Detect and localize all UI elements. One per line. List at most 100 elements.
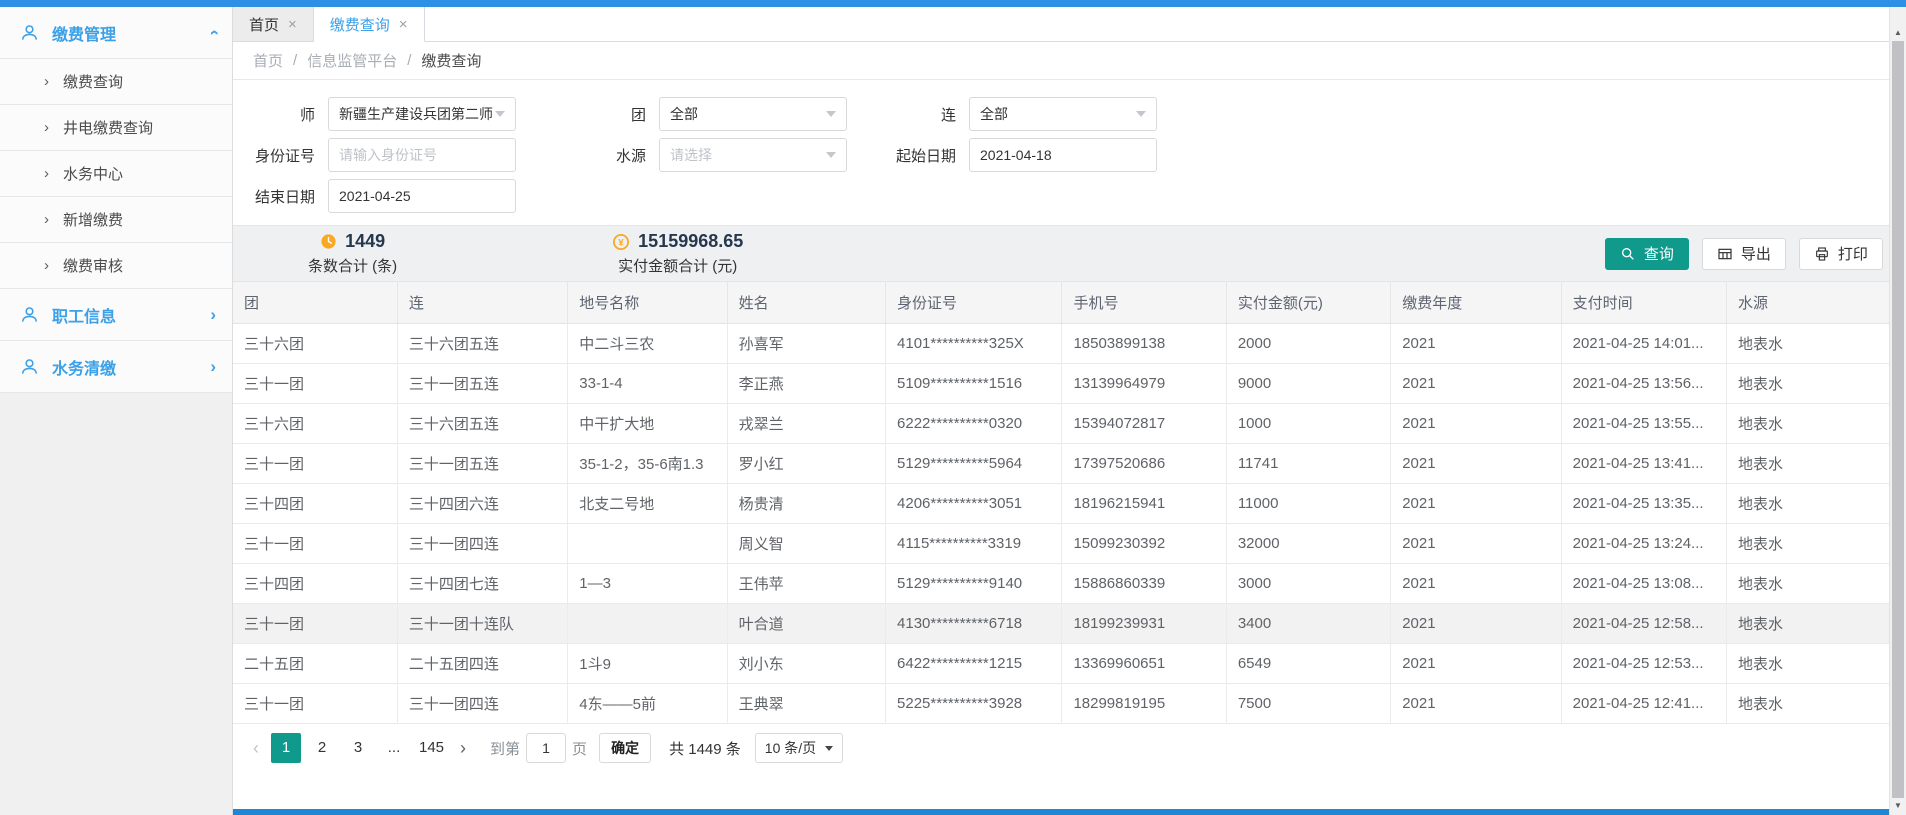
query-button[interactable]: 查询 <box>1605 238 1689 270</box>
table-cell: 32000 <box>1226 524 1390 564</box>
table-row[interactable]: 三十一团三十一团五连33-1-4李正燕5109**********1516131… <box>233 364 1889 404</box>
table-row[interactable]: 三十一团三十一团四连周义智4115**********3319150992303… <box>233 524 1889 564</box>
breadcrumb-item[interactable]: 信息监管平台 <box>307 50 397 71</box>
table-row[interactable]: 二十五团二十五团四连1斗9刘小东6422**********1215133699… <box>233 644 1889 684</box>
table-cell: 孙喜军 <box>727 324 885 364</box>
table-cell: 2021-04-25 13:56... <box>1561 364 1726 404</box>
table-cell: 李正燕 <box>727 364 885 404</box>
table-cell: 周义智 <box>727 524 885 564</box>
table-cell: 4130**********6718 <box>886 604 1062 644</box>
lian-select[interactable]: 全部 <box>969 97 1157 131</box>
scroll-up-arrow-icon[interactable]: ▲ <box>1890 26 1906 40</box>
table-cell <box>568 524 727 564</box>
user-icon <box>20 305 39 324</box>
user-icon <box>20 357 39 376</box>
scroll-down-arrow-icon[interactable]: ▼ <box>1890 799 1906 813</box>
table-cell: 6422**********1215 <box>886 644 1062 684</box>
table-header-row: 团连地号名称姓名身份证号手机号实付金额(元)缴费年度支付时间水源 <box>233 282 1889 324</box>
table-cell: 11000 <box>1226 484 1390 524</box>
sidebar-section[interactable]: 缴费管理› <box>0 7 232 59</box>
table-cell: 地表水 <box>1727 644 1889 684</box>
page-button[interactable]: 2 <box>307 733 337 763</box>
window-bottom-accent-bar <box>233 809 1889 815</box>
table-cell: 9000 <box>1226 364 1390 404</box>
sidebar-section[interactable]: 职工信息› <box>0 289 232 341</box>
sidebar-section[interactable]: 水务清缴› <box>0 341 232 393</box>
sidebar-menu: 缴费管理››缴费查询›井电缴费查询›水务中心›新增缴费›缴费审核职工信息›水务清… <box>0 7 232 393</box>
sidebar-empty-area <box>0 393 232 815</box>
page-button[interactable]: 1 <box>271 733 301 763</box>
page-size-select[interactable]: 10 条/页 <box>755 733 843 763</box>
sidebar-item[interactable]: ›缴费查询 <box>0 59 232 105</box>
table-cell: 三十六团五连 <box>397 324 567 364</box>
table-cell: 三十四团 <box>233 564 397 604</box>
filter-panel: 师新疆生产建设兵团第二师团全部连全部身份证号水源请选择起始日期结束日期 <box>233 80 1889 225</box>
close-icon[interactable]: × <box>399 16 408 33</box>
app-window: 缴费管理››缴费查询›井电缴费查询›水务中心›新增缴费›缴费审核职工信息›水务清… <box>0 7 1906 815</box>
sidebar-section-label: 缴费管理 <box>52 21 116 45</box>
column-header: 连 <box>397 282 567 324</box>
table-cell: 6549 <box>1226 644 1390 684</box>
export-button[interactable]: 导出 <box>1702 238 1786 270</box>
table-cell: 2021-04-25 12:41... <box>1561 684 1726 724</box>
start-date-input[interactable] <box>969 138 1157 172</box>
table-cell: 4115**********3319 <box>886 524 1062 564</box>
table-cell: 2021 <box>1391 444 1561 484</box>
goto-page-input[interactable] <box>526 733 566 763</box>
table-cell: 地表水 <box>1727 324 1889 364</box>
column-header: 地号名称 <box>568 282 727 324</box>
table-cell: 王伟苹 <box>727 564 885 604</box>
id-number-input[interactable] <box>328 138 516 172</box>
page-button[interactable]: 3 <box>343 733 373 763</box>
table-row[interactable]: 三十六团三十六团五连中二斗三农孙喜军4101**********325X1850… <box>233 324 1889 364</box>
filter-label: 起始日期 <box>847 145 969 166</box>
sidebar-section-label: 职工信息 <box>52 303 116 327</box>
table-cell: 2021 <box>1391 684 1561 724</box>
table-row[interactable]: 三十四团三十四团六连北支二号地杨贵清4206**********30511819… <box>233 484 1889 524</box>
table-cell: 1000 <box>1226 404 1390 444</box>
table-row[interactable]: 三十一团三十一团五连35-1-2，35-6南1.3罗小红5129********… <box>233 444 1889 484</box>
print-button[interactable]: 打印 <box>1799 238 1883 270</box>
column-header: 缴费年度 <box>1391 282 1561 324</box>
scrollbar[interactable]: ▲ ▼ <box>1889 7 1906 815</box>
table-cell: 2021-04-25 13:35... <box>1561 484 1726 524</box>
table-row[interactable]: 三十一团三十一团四连4东——5前王典翠5225**********3928182… <box>233 684 1889 724</box>
end-date-input[interactable] <box>328 179 516 213</box>
sidebar-item[interactable]: ›缴费审核 <box>0 243 232 289</box>
prev-page-button[interactable]: ‹ <box>247 738 265 759</box>
table-cell: 地表水 <box>1727 484 1889 524</box>
table-row[interactable]: 三十六团三十六团五连中干扩大地戎翠兰6222**********03201539… <box>233 404 1889 444</box>
table-cell: 15099230392 <box>1062 524 1226 564</box>
table-row[interactable]: 三十四团三十四团七连1—3王伟苹5129**********9140158868… <box>233 564 1889 604</box>
column-header: 姓名 <box>727 282 885 324</box>
shi-select[interactable]: 新疆生产建设兵团第二师 <box>328 97 516 131</box>
tab-inactive[interactable]: 首页 × <box>233 7 314 41</box>
sidebar-item[interactable]: ›井电缴费查询 <box>0 105 232 151</box>
table-row[interactable]: 三十一团三十一团十连队叶合道4130**********671818199239… <box>233 604 1889 644</box>
page-button[interactable]: 145 <box>415 733 448 763</box>
tab-label: 首页 <box>249 14 279 35</box>
next-page-button[interactable]: › <box>454 738 472 759</box>
svg-text:¥: ¥ <box>619 237 625 247</box>
table-cell: 2021 <box>1391 404 1561 444</box>
table-cell: 三十一团 <box>233 444 397 484</box>
table-cell: 2021-04-25 13:24... <box>1561 524 1726 564</box>
breadcrumb-item[interactable]: 首页 <box>253 50 283 71</box>
sidebar-item[interactable]: ›新增缴费 <box>0 197 232 243</box>
filter-label: 水源 <box>516 145 659 166</box>
sidebar-item[interactable]: ›水务中心 <box>0 151 232 197</box>
page-buttons: 123...145 <box>271 733 448 763</box>
close-icon[interactable]: × <box>288 16 297 33</box>
scrollbar-thumb[interactable] <box>1892 41 1904 798</box>
column-header: 实付金额(元) <box>1226 282 1390 324</box>
tuan-select[interactable]: 全部 <box>659 97 847 131</box>
confirm-page-button[interactable]: 确定 <box>599 733 651 763</box>
column-header: 身份证号 <box>886 282 1062 324</box>
clock-icon <box>320 233 337 250</box>
window-top-accent-bar <box>0 0 1906 7</box>
count-label: 条数合计 (条) <box>308 255 397 276</box>
table-cell: 三十四团七连 <box>397 564 567 604</box>
tab-active[interactable]: 缴费查询× <box>314 7 425 42</box>
table-cell: 7500 <box>1226 684 1390 724</box>
water-source-select[interactable]: 请选择 <box>659 138 847 172</box>
